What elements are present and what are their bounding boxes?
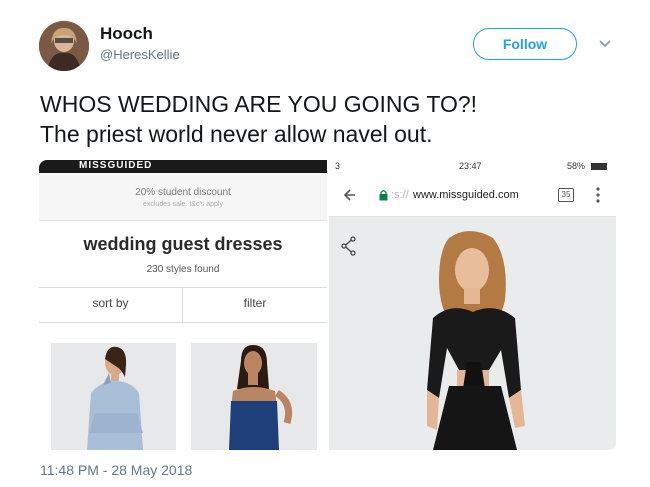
- phone-clock: 23:47: [459, 161, 482, 171]
- tweet-text-line-1: WHOS WEDDING ARE YOU GOING TO?!: [40, 91, 478, 117]
- media-image-right[interactable]: 3 23:47 58% :s:// www.missguided.com 35: [329, 160, 616, 450]
- browser-url-bar: :s:// www.missguided.com 35: [329, 174, 616, 217]
- media-image-left[interactable]: MISSGUIDED 20% student discount excludes…: [39, 160, 327, 450]
- discount-subtext: excludes sale. t&c's apply: [143, 201, 223, 208]
- model-photo: [427, 231, 525, 450]
- signal-indicator: 3: [335, 161, 341, 171]
- discount-text: 20% student discount: [135, 187, 231, 198]
- share-icon: [341, 236, 356, 256]
- avatar-image: [39, 21, 89, 71]
- display-name[interactable]: Hooch: [100, 24, 153, 44]
- menu-dots-icon: [596, 187, 600, 203]
- tweet-media[interactable]: MISSGUIDED 20% student discount excludes…: [39, 160, 616, 450]
- follow-button[interactable]: Follow: [473, 28, 577, 60]
- styles-count: 230 styles found: [146, 264, 220, 275]
- sort-filter-bar: sort by filter: [39, 287, 327, 323]
- lock-icon: [379, 190, 388, 201]
- battery-level: 58%: [567, 161, 586, 171]
- user-handle[interactable]: @HeresKellie: [100, 47, 180, 62]
- filter-button: filter: [243, 296, 267, 310]
- phone-status-bar: 3 23:47 58%: [329, 160, 616, 174]
- chevron-down-icon[interactable]: [598, 36, 612, 50]
- battery-icon: [591, 163, 607, 170]
- brand-header: MISSGUIDED: [39, 160, 327, 173]
- category-heading: wedding guest dresses: [83, 234, 283, 254]
- tweet-timestamp[interactable]: 11:48 PM - 28 May 2018: [40, 462, 192, 478]
- product-image-2: [191, 343, 317, 450]
- url-text: www.missguided.com: [413, 189, 519, 201]
- tweet-text-line-2: The priest world never allow navel out.: [40, 121, 433, 147]
- back-arrow-icon: [343, 189, 355, 201]
- tab-count: 35: [558, 188, 574, 202]
- sort-by-button: sort by: [92, 296, 129, 310]
- product-image-1: [51, 343, 176, 450]
- avatar[interactable]: [39, 21, 89, 71]
